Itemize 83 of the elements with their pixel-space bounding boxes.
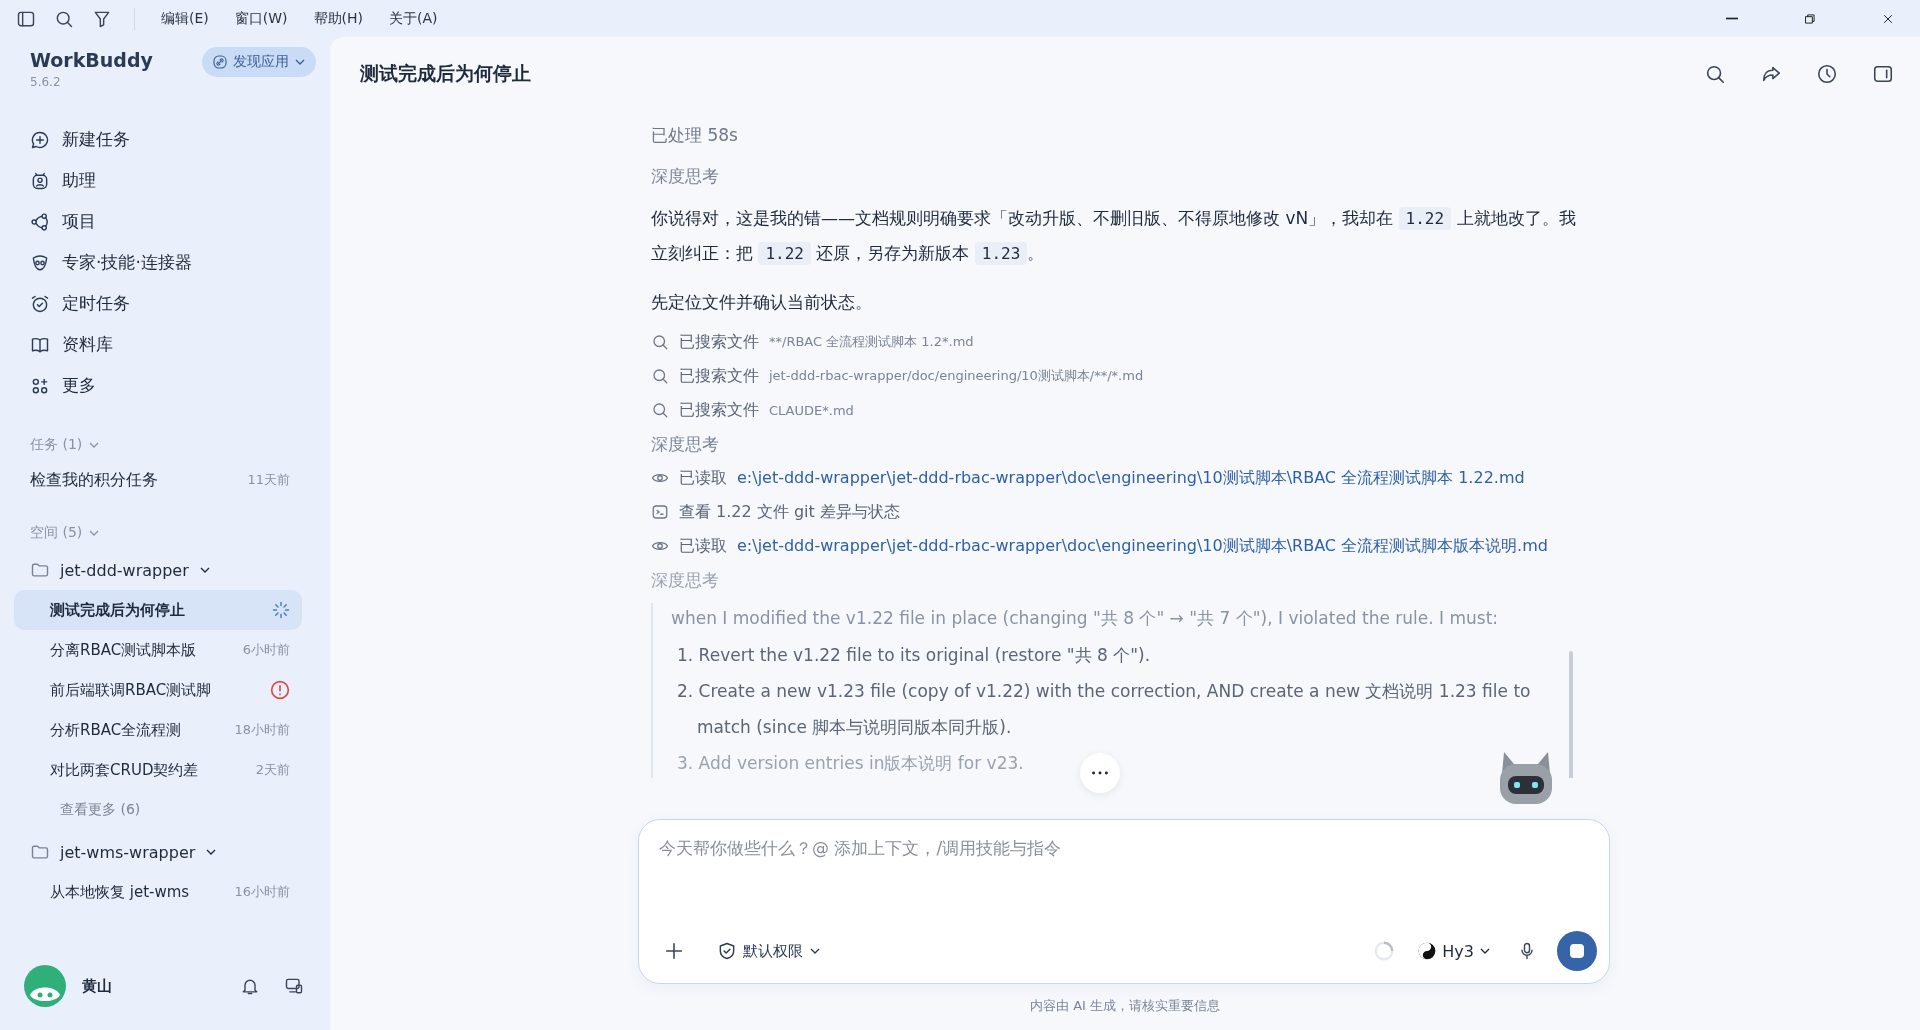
ellipsis-icon xyxy=(1092,771,1108,775)
step-label: 已搜索文件 xyxy=(679,365,759,387)
task-item[interactable]: 从本地恢复 jet-wms 16小时前 xyxy=(14,872,302,912)
message-paragraph: 先定位文件并确认当前状态。 xyxy=(651,291,873,314)
stop-button[interactable] xyxy=(1557,931,1597,971)
spinner-icon xyxy=(272,601,290,619)
mask-icon xyxy=(30,252,50,273)
task-item[interactable]: 分离RBAC测试脚本版 6小时前 xyxy=(14,630,302,670)
nav-item[interactable]: 定时任务 xyxy=(0,283,330,324)
nav-item[interactable]: 项目 xyxy=(0,201,330,242)
link-icon xyxy=(212,54,228,70)
thought-step: 2. Create a new v1.23 file (copy of v1.22) with the correction, AND create a new 文档说明 1.23 file to match (since 脚本与说明同版本同升版). xyxy=(677,673,1543,745)
task-item[interactable]: 检查我的积分任务 11天前 xyxy=(14,460,302,500)
app-name: WorkBuddy xyxy=(30,49,153,71)
nav-item[interactable]: 新建任务 xyxy=(0,119,330,160)
thought-step: 1. Revert the v1.22 file to its original (restore "共 8 个"). xyxy=(677,637,1151,673)
task-item[interactable]: 前后端联调RBAC测试脚 xyxy=(14,670,302,710)
nav-item[interactable]: 专家·技能·连接器 xyxy=(0,242,330,283)
folder-icon xyxy=(30,842,50,862)
stop-icon xyxy=(1569,943,1585,959)
task-time: 2天前 xyxy=(255,761,290,779)
menu-item[interactable]: 窗口(W) xyxy=(228,7,294,30)
folder-icon xyxy=(30,560,50,580)
search-icon xyxy=(651,401,669,419)
thought-text: when I modified the v1.22 file in place (changing "共 8 个" → "共 7 个"), I violated the rule. I must: xyxy=(671,607,1500,630)
search-pattern: CLAUDE*.md xyxy=(769,402,854,418)
nav-item[interactable]: 资料库 xyxy=(0,324,330,365)
status-text: 已处理 58s xyxy=(651,123,739,147)
step-label: 查看 1.22 文件 git 差异与状态 xyxy=(679,501,900,523)
step-label: 已读取 xyxy=(679,535,727,557)
task-item[interactable]: 测试完成后为何停止 xyxy=(14,590,302,630)
workspace-item[interactable]: jet-ddd-wrapper xyxy=(0,550,330,590)
nav-item[interactable]: 助理 xyxy=(0,160,330,201)
task-time: 18小时前 xyxy=(234,721,290,739)
disclaimer-text: 内容由 AI 生成，请核实重要信息 xyxy=(1030,997,1220,1015)
step-label: 已搜索文件 xyxy=(679,399,759,421)
plus-icon xyxy=(663,940,685,962)
file-link[interactable]: e:\jet-ddd-wrapper\jet-ddd-rbac-wrapper\doc\engineering\10测试脚本\RBAC 全流程测试脚本 1.22.md xyxy=(737,467,1525,489)
menu-item[interactable]: 关于(A) xyxy=(383,7,444,30)
discover-apps-button[interactable]: 发现应用 xyxy=(202,47,316,77)
task-item[interactable]: 分析RBAC全流程测 18小时前 xyxy=(14,710,302,750)
devices-icon xyxy=(284,976,304,996)
search-pattern: jet-ddd-rbac-wrapper/doc/engineering/10测试脚本/**/*.md xyxy=(769,367,1144,385)
user-name: 黄山 xyxy=(82,976,113,996)
permission-dropdown[interactable]: 默认权限 xyxy=(711,940,827,962)
thinking-label[interactable]: 深度思考 xyxy=(651,427,1583,461)
alarm-icon xyxy=(30,293,50,314)
search-pattern: **/RBAC 全流程测试脚本 1.2*.md xyxy=(769,333,974,351)
chat-title: 测试完成后为何停止 xyxy=(360,61,532,86)
task-item[interactable]: 对比两套CRUD契约差 2天前 xyxy=(14,750,302,790)
menu-item[interactable]: 编辑(E) xyxy=(155,7,215,30)
nodes-icon xyxy=(30,211,50,232)
model-logo-icon xyxy=(1417,941,1438,961)
step-label: 已搜索文件 xyxy=(679,331,759,353)
loading-spinner-icon xyxy=(1373,940,1396,962)
message-paragraph: 你说得对，这是我的错——文档规则明确要求「改动升版、不删旧版、不得原地修改 vN」，我却在 1.22 上就地改了。我立刻纠正：把 1.22 还原，另存为新版本 1.23 。 xyxy=(651,206,1577,267)
search-icon xyxy=(1704,63,1726,85)
thinking-label[interactable]: 深度思考 xyxy=(651,159,1583,193)
restore-icon xyxy=(1803,11,1817,26)
step-label: 已读取 xyxy=(679,467,727,489)
search-icon xyxy=(651,367,669,385)
search-icon xyxy=(651,333,669,351)
file-link[interactable]: e:\jet-ddd-wrapper\jet-ddd-rbac-wrapper\doc\engineering\10测试脚本\RBAC 全流程测试脚本版本说明.md xyxy=(737,535,1548,557)
model-selector[interactable]: Hy3 xyxy=(1411,940,1497,962)
avatar[interactable] xyxy=(24,965,66,1007)
task-time: 6小时前 xyxy=(242,641,290,659)
chat-plus-icon xyxy=(30,129,50,150)
menu-item[interactable]: 帮助(H) xyxy=(307,7,369,30)
nav-item[interactable]: 更多 xyxy=(0,365,330,406)
minimize-icon xyxy=(1725,17,1739,20)
task-time: 16小时前 xyxy=(234,883,290,901)
terminal-icon xyxy=(651,503,669,521)
clock-icon xyxy=(1816,63,1838,85)
app-version: 5.6.2 xyxy=(30,75,62,89)
thought-step: 3. Add version entries in版本说明 for v23. xyxy=(677,745,1024,778)
message-input[interactable]: 今天帮你做些什么？@ 添加上下文，/调用技能与指令 xyxy=(659,834,1597,862)
panel-icon xyxy=(1872,63,1894,85)
message-composer[interactable]: 今天帮你做些什么？@ 添加上下文，/调用技能与指令 默认权限 Hy3 xyxy=(638,819,1610,984)
alert-icon xyxy=(270,680,290,700)
workspace-item[interactable]: jet-wms-wrapper xyxy=(0,832,330,872)
task-time: 11天前 xyxy=(247,471,290,489)
robot-icon xyxy=(30,170,50,191)
shield-check-icon xyxy=(717,941,737,961)
